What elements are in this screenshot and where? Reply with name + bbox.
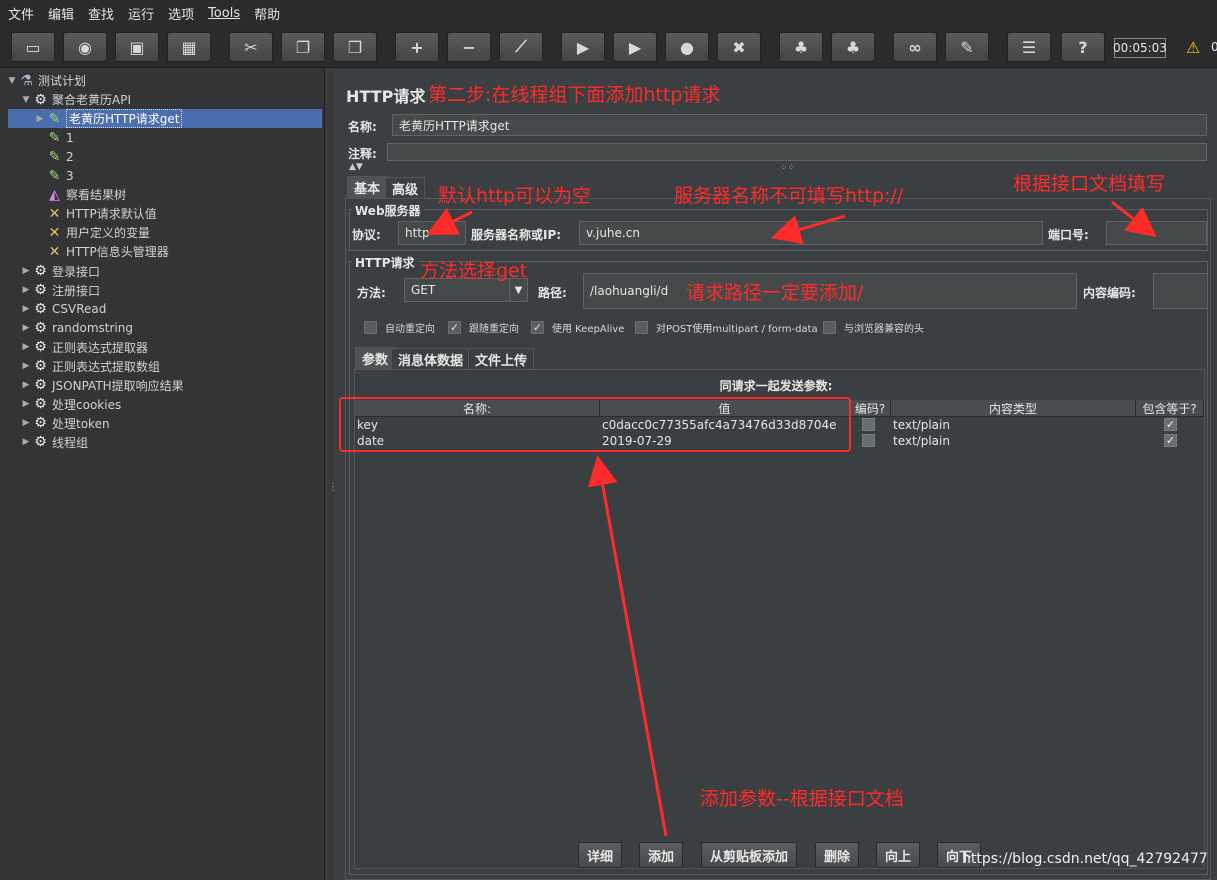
arrow-protocol — [426, 207, 473, 235]
watermark: https://blog.csdn.net/qq_42792477 — [962, 851, 1208, 867]
arrow-server — [770, 214, 846, 245]
annotation-arrows — [339, 200, 1157, 837]
arrow-port — [1111, 200, 1157, 238]
arrow-params — [587, 455, 668, 837]
params-highlight-box — [339, 397, 851, 452]
